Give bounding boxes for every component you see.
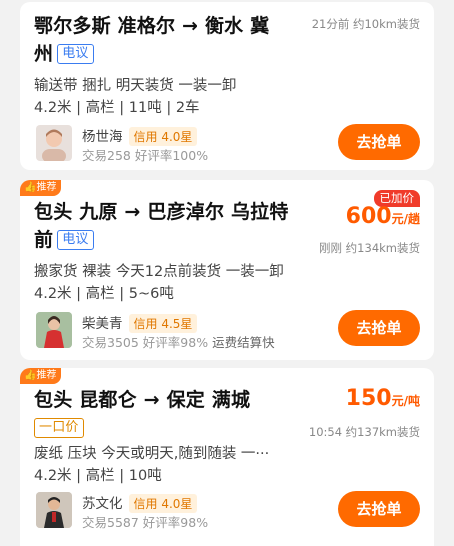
- price: 150元/吨: [345, 386, 420, 411]
- grab-order-button[interactable]: 去抢单: [338, 491, 420, 527]
- cargo-card-1[interactable]: 鄂尔多斯 准格尔 → 衡水 冀 州电议 21分前 约10km装货 输送带 捆扎 …: [20, 2, 434, 170]
- cargo-card-2[interactable]: 👍推荐 包头 九原 → 巴彦淖尔 乌拉特 前电议 已加价 600元/趟 刚刚 约…: [20, 180, 434, 360]
- credit-badge: 信用 4.0星: [128, 494, 198, 513]
- fixed-price-tag: 一口价: [34, 418, 84, 438]
- credit-badge: 信用 4.5星: [128, 314, 198, 333]
- negotiable-tag: 电议: [57, 44, 94, 64]
- cargo-description: 搬家货 裸装 今天12点前装货 一装一卸: [34, 264, 284, 280]
- fast-settlement-label: 运费结算快: [212, 335, 275, 350]
- avatar: [36, 312, 72, 348]
- truck-spec: 4.2米 | 高栏 | 10吨: [34, 468, 162, 484]
- avatar: [36, 492, 72, 528]
- thumb-icon: 👍: [24, 370, 37, 381]
- trade-stats: 交易3505 好评率98% 运费结算快: [82, 335, 275, 350]
- truck-spec: 4.2米 | 高栏 | 5~6吨: [34, 286, 174, 302]
- price: 600元/趟: [345, 204, 420, 229]
- avatar: [36, 125, 72, 161]
- trade-stats: 交易5587 好评率98%: [82, 515, 209, 530]
- trade-stats: 交易258 好评率100%: [82, 148, 209, 163]
- recommend-badge: 👍推荐: [20, 368, 62, 384]
- recommend-badge: 👍推荐: [20, 180, 62, 196]
- cargo-description: 废纸 压块 今天或明天,随到随装 一···: [34, 446, 270, 462]
- negotiable-tag: 电议: [57, 230, 94, 250]
- thumb-icon: 👍: [24, 182, 37, 193]
- credit-badge: 信用 4.0星: [128, 127, 198, 146]
- route-title: 鄂尔多斯 准格尔 → 衡水 冀 州电议: [34, 15, 270, 65]
- user-name-row: 杨世海 信用 4.0星: [82, 125, 198, 146]
- time-distance: 10:54 约137km装货: [308, 425, 420, 439]
- user-name-row: 柴美青 信用 4.5星: [82, 312, 198, 333]
- cargo-description: 输送带 捆扎 明天装货 一装一卸: [34, 78, 237, 94]
- user-name-row: 苏文化 信用 4.0星: [82, 492, 198, 513]
- truck-spec: 4.2米 | 高栏 | 11吨 | 2车: [34, 100, 200, 116]
- cargo-card-3[interactable]: 👍推荐 包头 昆都仑 → 保定 满城 一口价 150元/吨 10:54 约137…: [20, 368, 434, 546]
- time-distance: 21分前 约10km装货: [311, 17, 420, 31]
- time-distance: 刚刚 约134km装货: [319, 241, 420, 255]
- grab-order-button[interactable]: 去抢单: [338, 124, 420, 160]
- route-title: 包头 九原 → 巴彦淖尔 乌拉特 前电议: [34, 201, 289, 251]
- route-title: 包头 昆都仑 → 保定 满城 一口价: [34, 386, 250, 442]
- grab-order-button[interactable]: 去抢单: [338, 310, 420, 346]
